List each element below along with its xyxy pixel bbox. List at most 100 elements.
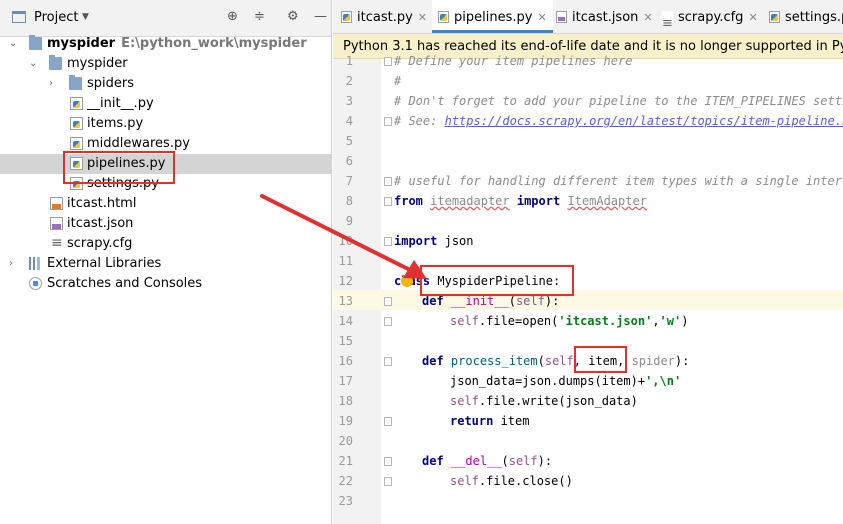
tree-item-scratches[interactable]: Scratches and Consoles	[0, 274, 331, 294]
line-number: 22	[338, 474, 353, 488]
config-file-icon	[50, 233, 63, 253]
intention-bulb-icon[interactable]	[401, 275, 413, 287]
tree-item-label: itcast.html	[67, 196, 137, 211]
python-file-icon	[769, 11, 780, 23]
tree-item-root[interactable]: ⌄ myspider E:\python_work\myspider	[0, 34, 331, 54]
code-line-4: # See: https://docs.scrapy.org/en/latest…	[394, 111, 843, 131]
folder-icon	[69, 75, 82, 90]
chevron-down-icon[interactable]: ▼	[82, 12, 89, 22]
collapse-all-icon[interactable]: ≑	[254, 9, 265, 24]
fold-marker-icon[interactable]	[384, 237, 392, 246]
tree-item-itcast-json[interactable]: itcast.json	[0, 214, 331, 234]
code-line-7: # useful for handling different item typ…	[394, 174, 843, 188]
minimize-icon[interactable]: —	[314, 9, 327, 24]
tab-itcast-py[interactable]: itcast.py ✕	[341, 0, 427, 33]
tree-item-label: myspider	[47, 36, 116, 51]
config-file-icon	[662, 6, 673, 33]
tree-item-external-libraries[interactable]: › External Libraries	[0, 254, 331, 274]
caret-line-highlight	[333, 290, 843, 310]
tree-item-label: External Libraries	[47, 256, 162, 271]
line-number: 5	[345, 134, 353, 148]
fold-marker-icon[interactable]	[384, 117, 392, 126]
line-number: 11	[338, 254, 353, 268]
gear-icon[interactable]: ⚙	[287, 9, 299, 24]
folder-icon	[49, 55, 62, 70]
tree-item-itcast-html[interactable]: itcast.html	[0, 194, 331, 214]
project-panel-title[interactable]: Project	[34, 10, 78, 25]
tree-item-path: E:\python_work\myspider	[121, 36, 307, 51]
locate-icon[interactable]: ⊕	[227, 9, 238, 24]
fold-marker-icon[interactable]	[384, 357, 392, 366]
tab-pipelines-py[interactable]: pipelines.py ✕	[432, 0, 553, 33]
code-line-19: return item	[450, 414, 530, 428]
line-number: 20	[338, 434, 353, 448]
tab-scrapy-cfg[interactable]: scrapy.cfg ✕	[662, 0, 758, 33]
fold-marker-icon[interactable]	[384, 197, 392, 206]
tab-label: settings.p	[785, 10, 843, 25]
tree-item-scrapy-cfg[interactable]: scrapy.cfg	[0, 233, 331, 254]
fold-marker-icon[interactable]	[384, 57, 392, 66]
tab-itcast-json[interactable]: itcast.json ✕	[556, 0, 653, 33]
tab-label: pipelines.py	[454, 10, 533, 25]
scratches-icon	[29, 277, 42, 290]
fold-marker-icon[interactable]	[384, 417, 392, 426]
annotation-box-class-name	[420, 265, 574, 296]
line-number: 14	[338, 314, 353, 328]
json-file-icon	[556, 11, 567, 23]
chevron-right-icon[interactable]: ›	[49, 74, 53, 94]
tree-item-init-py[interactable]: __init__.py	[0, 94, 331, 114]
code-line-21: def __del__(self):	[422, 454, 553, 468]
line-number: 21	[338, 454, 353, 468]
tree-item-label: scrapy.cfg	[67, 236, 133, 251]
line-number: 8	[345, 194, 353, 208]
python-file-icon	[438, 11, 449, 23]
python-file-icon	[70, 97, 83, 110]
close-icon[interactable]: ✕	[418, 11, 427, 24]
code-line-16: def process_item(self, item, spider):	[422, 354, 690, 368]
line-number: 6	[345, 154, 353, 168]
line-number: 10	[338, 234, 353, 248]
code-line-17: json_data=json.dumps(item)+',\n'	[450, 374, 682, 388]
tree-item-label: Scratches and Consoles	[47, 276, 203, 291]
folder-icon	[29, 35, 42, 50]
fold-marker-icon[interactable]	[384, 477, 392, 486]
tree-item-spiders[interactable]: › spiders	[0, 74, 331, 94]
docs-link[interactable]: https://docs.scrapy.org/en/latest/topics…	[445, 114, 843, 128]
tree-item-label: items.py	[87, 116, 144, 131]
line-number: 12	[338, 274, 353, 288]
code-line-22: self.file.close()	[450, 474, 573, 488]
project-panel-header: Project ▼ ⊕ ≑ ⚙ —	[0, 0, 331, 37]
fold-marker-icon[interactable]	[384, 297, 392, 306]
tab-label: itcast.py	[357, 10, 413, 25]
fold-marker-icon[interactable]	[384, 457, 392, 466]
line-number: 19	[338, 414, 353, 428]
tab-settings-py[interactable]: settings.p	[769, 0, 843, 33]
html-file-icon	[50, 197, 63, 210]
line-number: 3	[345, 94, 353, 108]
tree-item-items-py[interactable]: items.py	[0, 114, 331, 134]
json-file-icon	[50, 217, 63, 230]
chevron-down-icon[interactable]: ⌄	[29, 54, 37, 74]
tree-item-label: __init__.py	[87, 96, 154, 111]
tree-item-label: spiders	[87, 76, 135, 91]
tab-label: itcast.json	[572, 10, 639, 25]
code-line-14: self.file=open('itcast.json','w')	[450, 314, 689, 328]
tree-item-label: myspider	[67, 56, 128, 71]
line-number: 2	[345, 74, 353, 88]
python-file-icon	[341, 11, 352, 23]
line-number: 7	[345, 174, 353, 188]
close-icon[interactable]: ✕	[643, 11, 652, 24]
fold-marker-icon[interactable]	[384, 177, 392, 186]
tree-item-myspider-package[interactable]: ⌄ myspider	[0, 54, 331, 74]
library-icon	[29, 257, 42, 270]
code-line-18: self.file.write(json_data)	[450, 394, 638, 408]
close-icon[interactable]: ✕	[537, 11, 546, 24]
fold-marker-icon[interactable]	[384, 317, 392, 326]
line-number: 9	[345, 214, 353, 228]
close-icon[interactable]: ✕	[748, 11, 757, 24]
code-line-2: #	[394, 74, 402, 88]
chevron-right-icon[interactable]: ›	[9, 254, 13, 274]
project-view-icon[interactable]	[12, 11, 26, 23]
code-line-10: import json	[394, 234, 474, 248]
chevron-down-icon[interactable]: ⌄	[9, 34, 17, 54]
